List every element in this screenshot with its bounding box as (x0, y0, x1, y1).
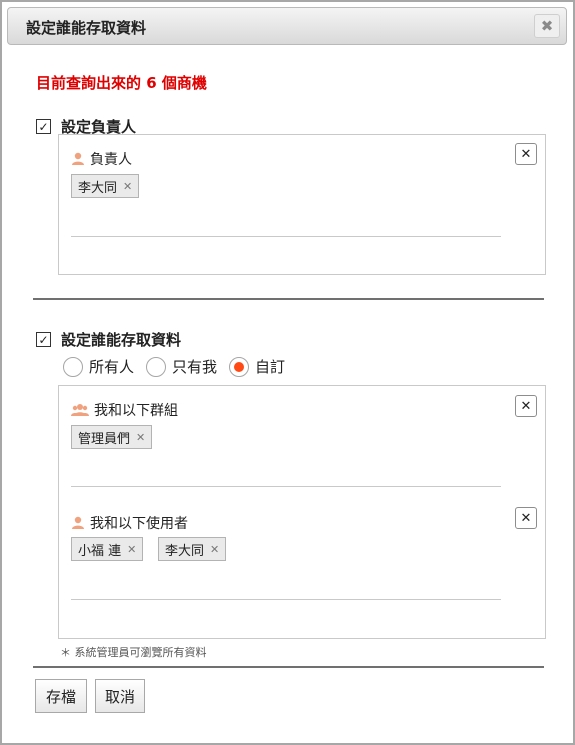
cancel-button[interactable]: 取消 (95, 679, 145, 713)
radio-only-me[interactable] (146, 356, 167, 377)
result-count-headline: 目前查詢出來的 6 個商機 (36, 74, 207, 92)
access-dialog: 設定誰能存取資料 ✖ 目前查詢出來的 6 個商機 ✓ 設定負責人 負責人 ✕ 李… (0, 0, 575, 745)
users-input-line[interactable] (71, 599, 501, 600)
custom-access-box: 我和以下群組 ✕ 管理員們 ✕ 我和以下使用者 ✕ 小福 連 ✕ 李大同 ✕ (58, 385, 546, 639)
tag-remove-icon[interactable]: ✕ (123, 180, 132, 193)
radio-only-me-label[interactable]: 只有我 (172, 356, 217, 377)
owner-tag-label: 李大同 (78, 180, 118, 196)
dialog-title: 設定誰能存取資料 (26, 19, 147, 37)
save-button[interactable]: 存檔 (35, 679, 87, 713)
groups-field-title: 我和以下群組 (71, 400, 178, 420)
user-tag-label: 小福 連 (78, 543, 122, 559)
users-field-title: 我和以下使用者 (71, 513, 188, 533)
owner-field-label: 負責人 (90, 152, 132, 168)
user-tag: 李大同 ✕ (158, 537, 227, 561)
tag-remove-icon[interactable]: ✕ (127, 543, 136, 556)
dialog-close-button[interactable]: ✖ (534, 14, 560, 38)
owner-input-line[interactable] (71, 236, 501, 237)
admin-note: ＊ 系統管理員可瀏覽所有資料 (60, 646, 207, 659)
user-icon (72, 152, 84, 165)
section-divider (33, 298, 544, 300)
users-field-label: 我和以下使用者 (90, 516, 188, 532)
access-checkbox-label[interactable]: 設定誰能存取資料 (61, 329, 181, 350)
owner-field-title: 負責人 (71, 149, 132, 169)
group-tag: 管理員們 ✕ (71, 425, 153, 449)
groups-field-label: 我和以下群組 (94, 403, 178, 419)
access-checkbox-row: ✓ 設定誰能存取資料 (36, 329, 181, 350)
owner-checkbox[interactable]: ✓ (36, 119, 51, 134)
access-checkbox[interactable]: ✓ (36, 332, 51, 347)
tag-remove-icon[interactable]: ✕ (210, 543, 219, 556)
radio-custom[interactable] (229, 356, 250, 377)
owner-box: 負責人 ✕ 李大同 ✕ (58, 134, 546, 275)
owner-tag: 李大同 ✕ (71, 174, 140, 198)
group-tag-label: 管理員們 (78, 431, 131, 447)
owner-clear-button[interactable]: ✕ (515, 143, 537, 165)
dialog-titlebar: 設定誰能存取資料 ✖ (7, 7, 567, 45)
tag-remove-icon[interactable]: ✕ (136, 431, 145, 444)
radio-custom-label[interactable]: 自訂 (255, 356, 285, 377)
user-tag-label: 李大同 (165, 543, 205, 559)
group-icon (71, 404, 89, 416)
footer-divider (33, 666, 544, 668)
users-clear-button[interactable]: ✕ (515, 507, 537, 529)
user-tag: 小福 連 ✕ (71, 537, 144, 561)
groups-clear-button[interactable]: ✕ (515, 395, 537, 417)
groups-input-line[interactable] (71, 486, 501, 487)
radio-everyone[interactable] (63, 356, 83, 377)
radio-everyone-label[interactable]: 所有人 (89, 356, 134, 377)
access-radio-group: 所有人 只有我 自訂 (63, 356, 297, 377)
user-icon (72, 516, 84, 529)
